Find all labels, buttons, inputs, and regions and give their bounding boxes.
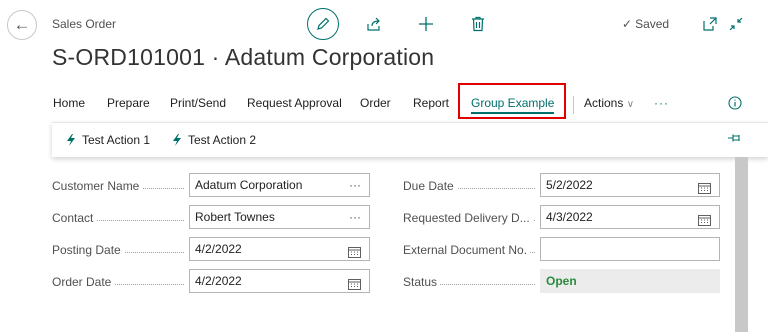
action-label: Home [53, 96, 86, 110]
contact-label: Contact [52, 211, 184, 225]
action-label: Report [413, 96, 450, 110]
pencil-icon [317, 17, 330, 30]
label-text: Customer Name [52, 179, 143, 193]
posting-date-label: Posting Date [52, 243, 184, 257]
label-text: Contact [52, 211, 97, 225]
requested-delivery-date-field[interactable]: 4/3/2022 [540, 205, 720, 229]
vertical-scrollbar[interactable] [735, 157, 748, 332]
plus-icon [419, 17, 433, 31]
action-label: Actions [584, 96, 624, 110]
action-label: ··· [654, 96, 669, 110]
page-title: S-ORD101001 · Adatum Corporation [52, 44, 435, 70]
lookup-ellipsis-icon[interactable]: ··· [349, 174, 361, 196]
contact-value: Robert Townes [195, 210, 275, 224]
arrow-left-icon: ← [13, 15, 31, 34]
calendar-icon[interactable] [698, 179, 711, 201]
action-more[interactable]: ··· [654, 94, 669, 116]
action-request-approval[interactable]: Request Approval [247, 94, 342, 116]
calendar-icon[interactable] [348, 243, 361, 265]
customer-name-label: Customer Name [52, 179, 184, 193]
lightning-icon [66, 134, 76, 146]
due-date-field[interactable]: 5/2/2022 [540, 173, 720, 197]
sub-action-ribbon: Test Action 1 Test Action 2 [52, 122, 768, 157]
checkmark-icon: ✓ [622, 17, 633, 31]
trash-icon [472, 16, 484, 32]
contact-field[interactable]: Robert Townes ··· [189, 205, 370, 229]
action-prepare[interactable]: Prepare [107, 94, 150, 116]
test-action-1-label: Test Action 1 [82, 133, 151, 147]
new-button[interactable] [414, 12, 438, 36]
collapse-button[interactable] [724, 12, 748, 36]
pin-icon [728, 134, 740, 142]
requested-delivery-date-value: 4/3/2022 [546, 210, 593, 224]
open-new-window-button[interactable] [698, 12, 722, 36]
order-date-field[interactable]: 4/2/2022 [189, 269, 370, 293]
lightning-icon [172, 134, 182, 146]
lookup-ellipsis-icon[interactable]: ··· [349, 206, 361, 228]
collapse-icon [729, 17, 743, 31]
status-label: Status [403, 275, 535, 289]
action-label: Prepare [107, 96, 150, 110]
action-print-send[interactable]: Print/Send [170, 94, 226, 116]
customer-name-value: Adatum Corporation [195, 178, 303, 192]
requested-delivery-date-label: Requested Delivery D... [403, 211, 535, 225]
breadcrumb: Sales Order [52, 17, 117, 31]
open-in-new-window-icon [703, 17, 717, 31]
action-bar: Home Prepare Print/Send Request Approval… [0, 94, 768, 116]
external-document-no-label: External Document No. [403, 243, 535, 257]
share-icon [367, 17, 380, 31]
info-icon [728, 96, 742, 110]
edit-button[interactable] [307, 8, 339, 40]
delete-button[interactable] [466, 12, 490, 36]
action-home[interactable]: Home [53, 94, 85, 116]
test-action-2-label: Test Action 2 [188, 133, 257, 147]
action-actions-menu[interactable]: Actions ∨ [584, 94, 634, 116]
label-text: Due Date [403, 179, 457, 193]
info-button[interactable] [728, 94, 742, 116]
pin-button[interactable] [728, 132, 742, 144]
saved-status: ✓ Saved [622, 17, 669, 31]
share-button[interactable] [362, 12, 386, 36]
due-date-label: Due Date [403, 179, 535, 193]
action-label: Print/Send [170, 96, 227, 110]
action-report[interactable]: Report [413, 94, 449, 116]
action-label: Request Approval [247, 96, 342, 110]
status-value: Open [546, 274, 577, 288]
order-date-label: Order Date [52, 275, 184, 289]
label-text: Posting Date [52, 243, 124, 257]
test-action-1-button[interactable]: Test Action 1 [66, 133, 150, 147]
back-button[interactable]: ← [7, 10, 37, 40]
customer-name-field[interactable]: Adatum Corporation ··· [189, 173, 370, 197]
order-date-value: 4/2/2022 [195, 274, 242, 288]
due-date-value: 5/2/2022 [546, 178, 593, 192]
test-action-2-button[interactable]: Test Action 2 [172, 133, 256, 147]
divider [573, 96, 574, 114]
action-label: Order [360, 96, 391, 110]
label-text: Order Date [52, 275, 115, 289]
highlight-box [458, 83, 566, 119]
label-text: External Document No. [403, 243, 531, 257]
posting-date-value: 4/2/2022 [195, 242, 242, 256]
calendar-icon[interactable] [348, 275, 361, 297]
external-document-no-field[interactable] [540, 237, 720, 261]
posting-date-field[interactable]: 4/2/2022 [189, 237, 370, 261]
label-text: Requested Delivery D... [403, 211, 533, 225]
label-text: Status [403, 275, 441, 289]
status-field: Open [540, 269, 720, 293]
saved-label: Saved [635, 17, 670, 31]
action-order[interactable]: Order [360, 94, 391, 116]
calendar-icon[interactable] [698, 211, 711, 233]
chevron-down-icon: ∨ [626, 99, 635, 110]
